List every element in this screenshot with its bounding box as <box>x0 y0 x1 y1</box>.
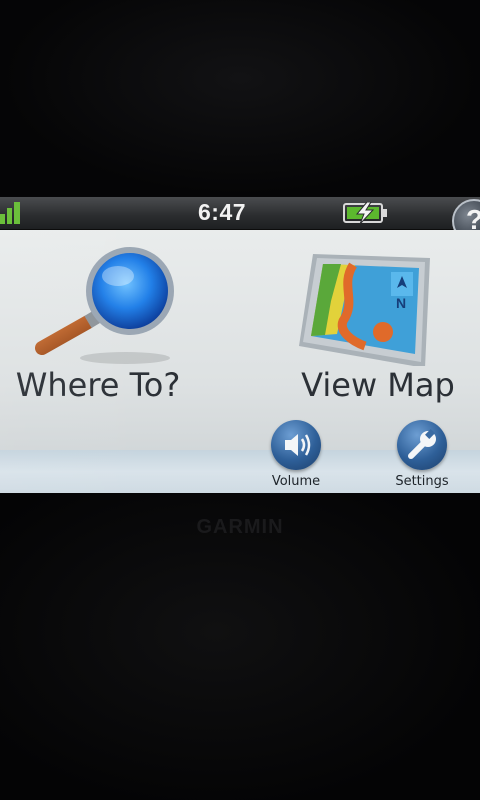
svg-text:N: N <box>396 295 406 311</box>
signal-bars-icon <box>0 202 20 224</box>
magnifier-icon <box>35 247 174 364</box>
settings-round-icon <box>397 420 447 470</box>
wrench-icon <box>408 429 436 459</box>
view-map-button[interactable]: N View Map <box>270 236 470 416</box>
volume-label: Volume <box>271 474 321 489</box>
device-bezel-bottom <box>0 494 480 800</box>
map-icon: N <box>299 254 430 366</box>
speaker-icon <box>285 434 311 456</box>
view-map-label: View Map <box>301 366 455 404</box>
volume-round-icon <box>271 420 321 470</box>
device-bezel-top <box>0 0 480 196</box>
device-brand-logo: GARMIN <box>196 516 284 538</box>
where-to-label: Where To? <box>15 366 181 404</box>
volume-button[interactable]: Volume <box>256 418 336 492</box>
where-to-button[interactable]: Where To? <box>10 236 210 416</box>
settings-button[interactable]: Settings <box>382 418 462 492</box>
clock: 6:47 <box>198 199 246 226</box>
battery-charging-icon <box>343 202 387 224</box>
settings-label: Settings <box>395 474 449 489</box>
status-bar: 6:47 <box>0 197 480 230</box>
clock-time: 6:47 <box>198 199 247 225</box>
